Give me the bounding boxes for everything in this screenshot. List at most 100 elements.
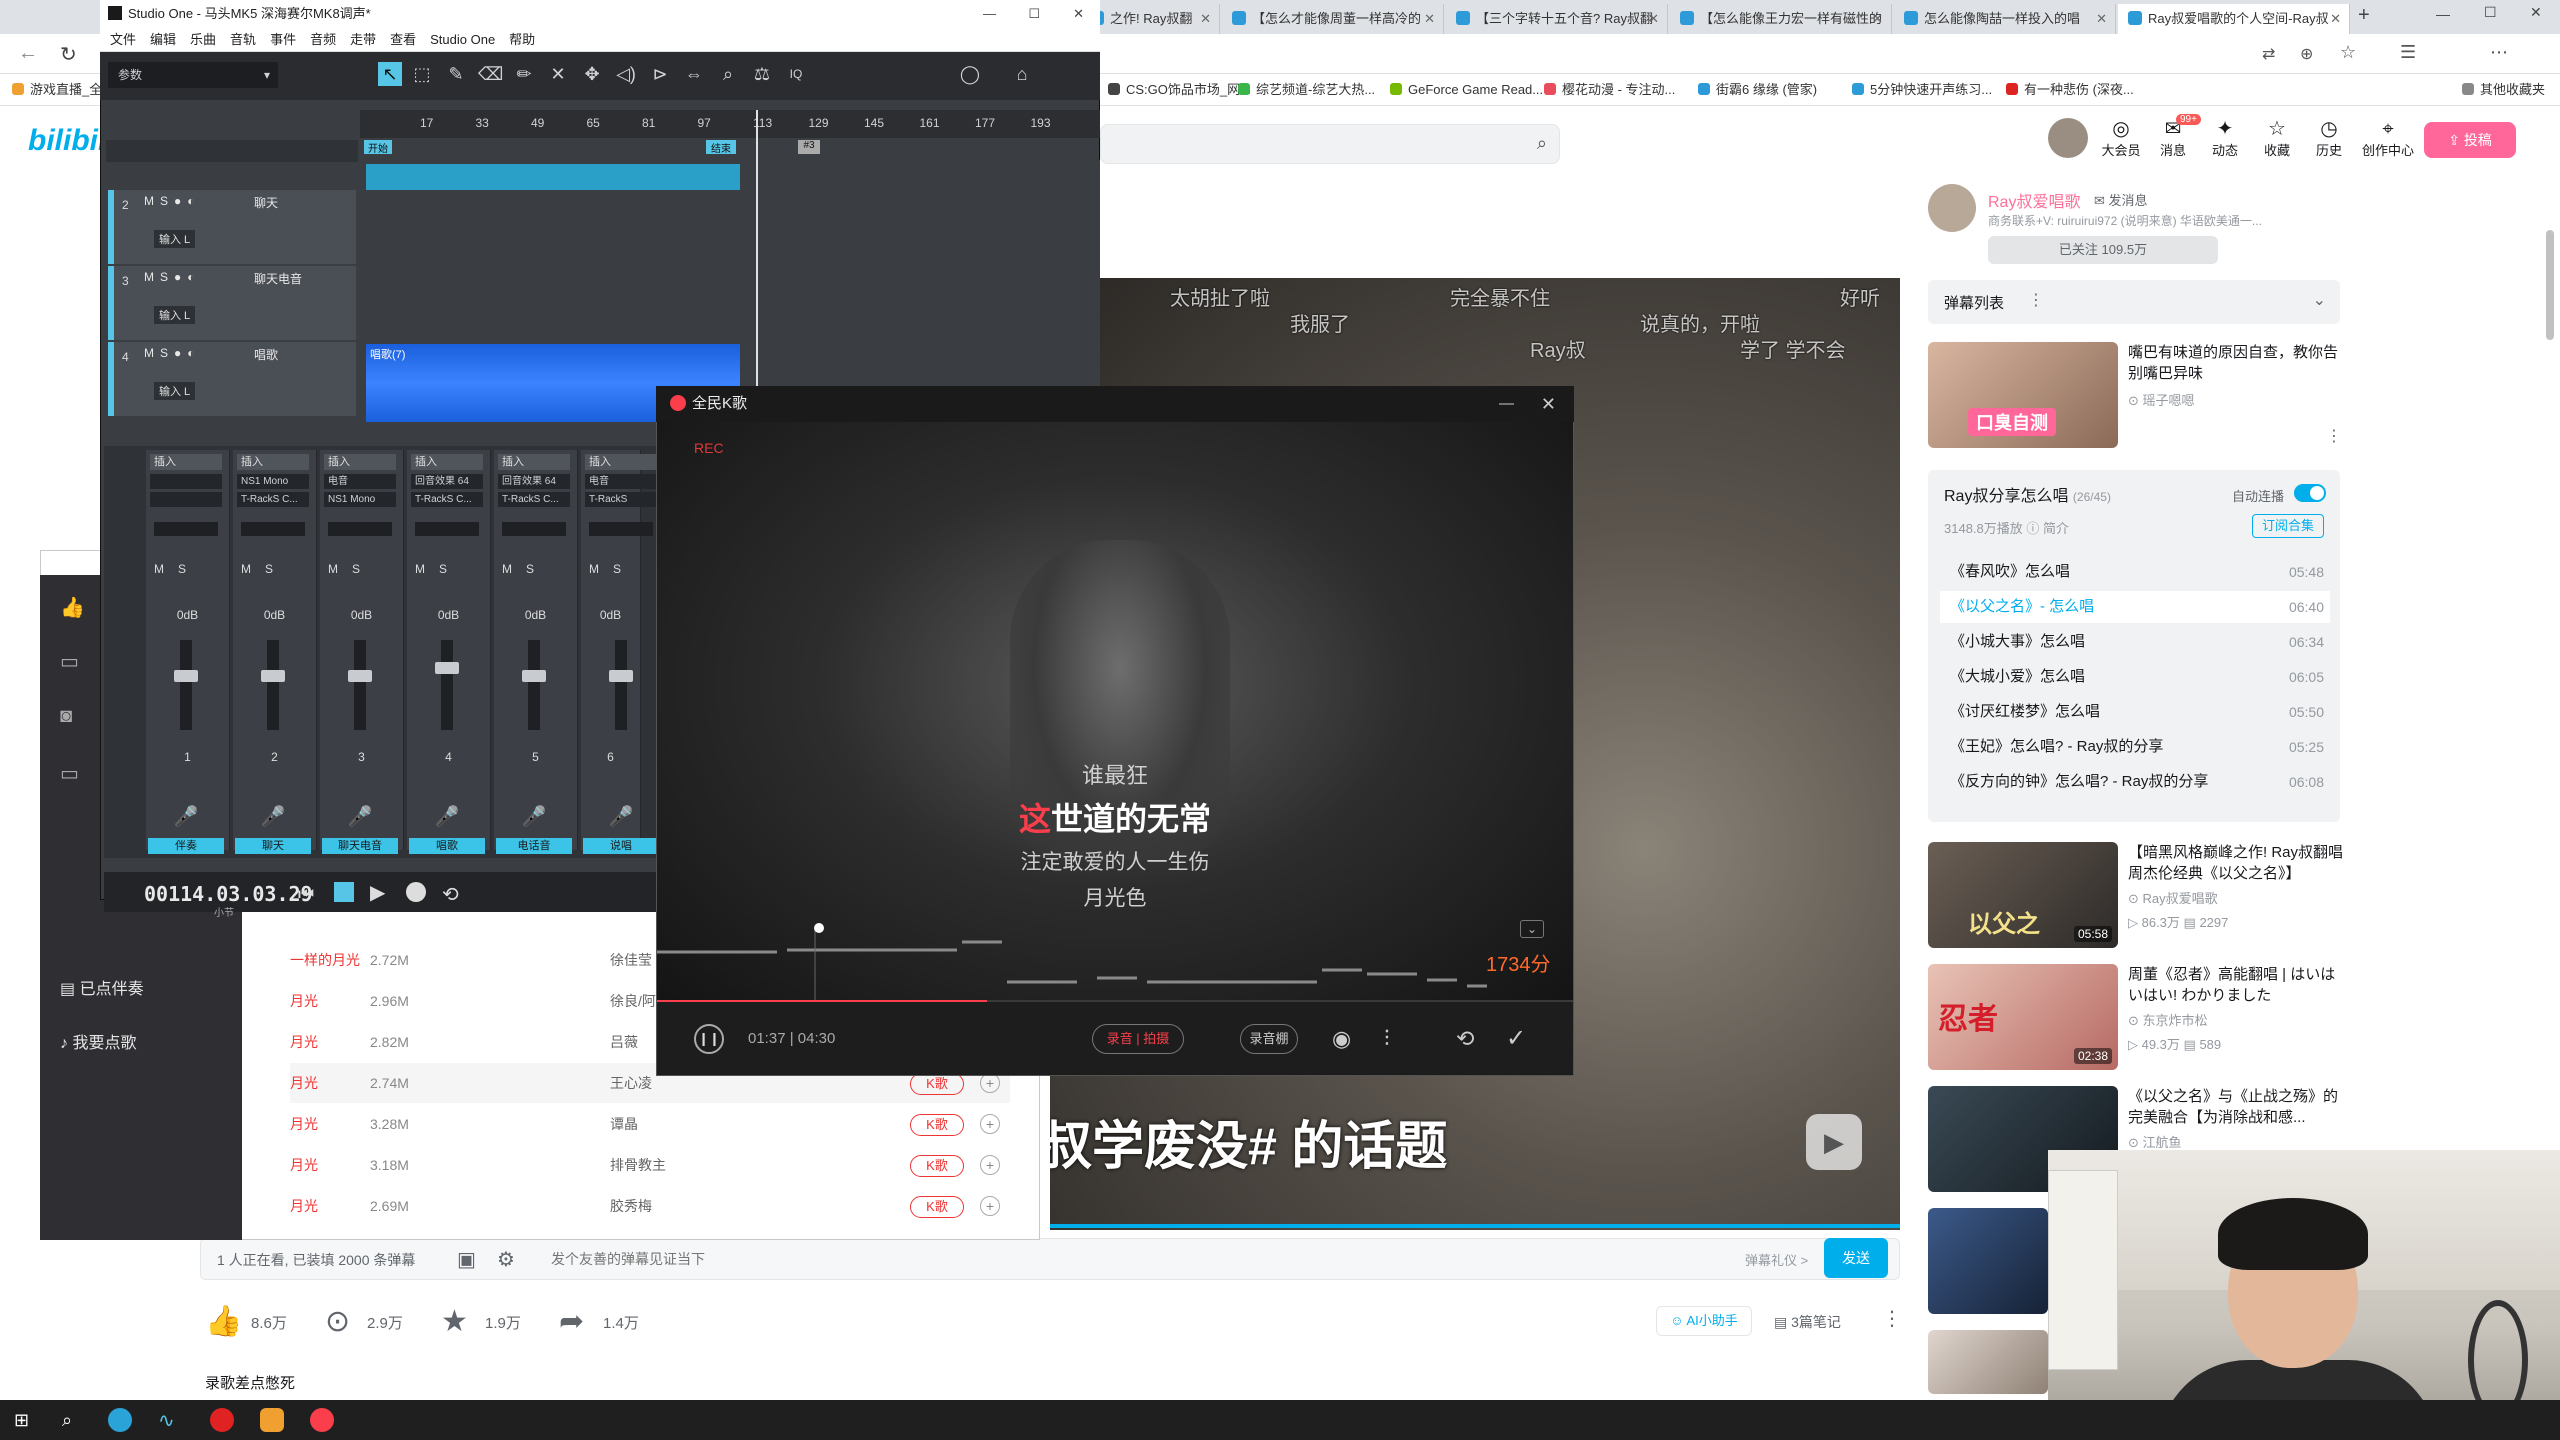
pan-control[interactable] [589,522,653,536]
more-icon[interactable]: ⋮ [2028,290,2044,310]
browser-tab[interactable]: 【三个字转十五个音? Ray叔翻 ✕ [1446,4,1668,34]
favorites-icon[interactable]: ☰ [2400,42,2416,63]
daw-menu-item[interactable]: 文件 [110,32,136,47]
back-icon[interactable]: ← [18,42,38,65]
close-window-icon[interactable]: ✕ [2530,4,2542,21]
bookmark-item[interactable]: 综艺频道-综艺大热... [1238,74,1375,106]
daw-menu-item[interactable]: 走带 [350,32,376,47]
mute-solo-buttons[interactable]: MS [328,562,374,576]
insert-slot[interactable] [150,492,222,507]
danmaku-list-header[interactable]: 弹幕列表 ⋮ ⌄ [1928,280,2340,324]
daw-menu-item[interactable]: 编辑 [150,32,176,47]
browser-tab[interactable]: 【怎么能像王力宏一样有磁性的 ✕ [1670,4,1892,34]
record-mode-button[interactable]: 录音 | 拍摄 [1092,1024,1184,1054]
user-icon[interactable]: ◯ [958,62,982,86]
pause-button[interactable]: ❙❙ [694,1024,724,1054]
upload-button[interactable]: ⇪ 投稿 [2424,122,2516,158]
insert-slot[interactable]: 电音 [585,474,657,489]
playlist-title[interactable]: Ray叔分享怎么唱 (26/45) [1944,482,2111,506]
autoplay-toggle[interactable] [2294,484,2326,502]
danmaku-input[interactable] [551,1245,1811,1273]
pan-control[interactable] [328,522,392,536]
song-row[interactable]: 月光 3.28M 谭晶 K歌 + [290,1104,1010,1144]
sidebar-item-queued[interactable]: ▤ 已点伴奏 [60,975,144,999]
insert-slot[interactable]: T-RackS C... [498,492,570,507]
timecode-display[interactable]: 00114.03.03.29 [144,882,313,906]
channel-label[interactable]: 伴奏 [148,838,224,854]
header-creator[interactable]: ⌖ 创作中心 [2356,118,2420,159]
bookmark-item[interactable]: 樱花动漫 - 专注动... [1544,74,1675,106]
more-options-icon[interactable]: ⋮ [1882,1306,1902,1331]
ad-card[interactable]: 口臭自测 嘴巴有味道的原因自查，教你告别嘴巴异味 ⊙ 瑶子嗯嗯 ⋮ [1928,342,2348,452]
notes-button[interactable]: ▤ 3篇笔记 [1774,1312,1841,1332]
kge-taskbar-icon[interactable] [310,1408,334,1432]
like-icon[interactable]: 👍 [60,595,85,620]
close-window-icon[interactable]: ✕ [1073,0,1084,28]
mixer-channel[interactable]: 插入 回音效果 64 T-RackS C... MS 0dB 4 🎤 唱歌 [407,450,491,854]
playlist-item[interactable]: 《小城大事》怎么唱 06:34 [1940,626,2330,658]
insert-header[interactable]: 插入 [411,454,483,470]
header-dynamic[interactable]: ✦ 动态 [2200,118,2250,159]
mixer-channel[interactable]: 插入 NS1 Mono T-RackS C... MS 0dB 2 🎤 聊天 [233,450,317,854]
danmaku-etiquette-link[interactable]: 弹幕礼仪 > [1745,1250,1808,1269]
fader-knob[interactable] [261,670,285,682]
split-tool-icon[interactable]: ✎ [444,62,468,86]
new-tab-icon[interactable]: + [2358,4,2370,27]
channel-label[interactable]: 聊天 [235,838,311,854]
playlist-item[interactable]: 《以父之名》- 怎么唱 06:40 [1940,591,2330,623]
mixer-channel[interactable]: 插入 电音 NS1 Mono MS 0dB 3 🎤 聊天电音 [320,450,404,854]
playlist-item[interactable]: 《讨厌红楼梦》怎么唱 05:50 [1940,696,2330,728]
mixer-channel[interactable]: 插入 电音 T-RackS MS 0dB 6 🎤 说唱 [581,450,659,854]
daw-menu-item[interactable]: 帮助 [509,32,535,47]
channel-label[interactable]: 电话音 [496,838,572,854]
stop-icon[interactable] [334,882,354,902]
pan-control[interactable] [415,522,479,536]
more-icon[interactable]: ⋮ [2326,426,2342,446]
reload-icon[interactable]: ↻ [60,42,77,67]
star-icon[interactable]: ☆ [2340,42,2356,63]
record-icon[interactable] [406,882,426,902]
volume-fader[interactable] [354,640,366,730]
maximize-icon[interactable]: ☐ [1028,0,1040,28]
mute-solo-buttons[interactable]: MS [241,562,287,576]
daw-menu-item[interactable]: Studio One [430,32,495,47]
bookmark-folder[interactable]: 其他收藏夹 [2462,74,2545,106]
track-header[interactable]: 3 MS●◐ 聊天电音 输入 L [108,266,356,340]
insert-slot[interactable]: T-RackS C... [237,492,309,507]
send-danmaku-button[interactable]: 发送 [1824,1238,1888,1278]
earphone-icon[interactable]: ◉ [1332,1026,1351,1052]
k-song-button[interactable]: K歌 [910,1196,964,1218]
minimize-icon[interactable]: — [2436,6,2450,22]
audio-clip[interactable] [366,164,740,190]
insert-header[interactable]: 插入 [237,454,309,470]
close-icon[interactable]: ✕ [1648,4,1659,34]
arrow-tool-icon[interactable]: ↖ [378,62,402,86]
studio-button[interactable]: 录音棚 [1240,1024,1298,1054]
iq-icon[interactable]: IQ [784,62,808,86]
fader-knob[interactable] [609,670,633,682]
insert-slot[interactable] [150,474,222,489]
windows-start-icon[interactable]: ⊞ [14,1410,29,1431]
share-icon[interactable]: ➦ [559,1304,584,1339]
camera-icon[interactable]: ◙ [60,705,72,728]
close-icon[interactable]: ✕ [1200,4,1211,34]
header-vip[interactable]: ◎ 大会员 [2096,118,2146,159]
playhead[interactable] [756,110,758,424]
quantize-icon[interactable]: ⇔ [682,62,706,86]
add-song-icon[interactable]: + [980,1196,1000,1216]
insert-header[interactable]: 插入 [150,454,222,470]
edge-icon[interactable] [108,1408,132,1432]
listen-tool-icon[interactable]: ◁) [614,62,638,86]
daw-menu-item[interactable]: 音轨 [230,32,256,47]
bookmark-item[interactable]: 街霸6 缘缘 (管家) [1698,74,1817,106]
browser-tab-active[interactable]: Ray叔爱唱歌的个人空间-Ray叔 ✕ [2118,4,2350,34]
minimize-icon[interactable]: — [983,0,996,28]
monitor-icon[interactable]: ▭ [60,761,79,786]
volume-fader[interactable] [441,640,453,730]
mixer-channel[interactable]: 插入 MS 0dB 1 🎤 伴奏 [146,450,230,854]
more-icon[interactable]: ⋯ [2490,42,2508,63]
daw-menu-item[interactable]: 音频 [310,32,336,47]
play-icon[interactable]: ▶ [370,880,385,905]
sidebar-item-request[interactable]: ♪ 我要点歌 [60,1029,136,1053]
browser-tab[interactable]: 怎么能像陶喆一样投入的唱 ✕ [1894,4,2116,34]
